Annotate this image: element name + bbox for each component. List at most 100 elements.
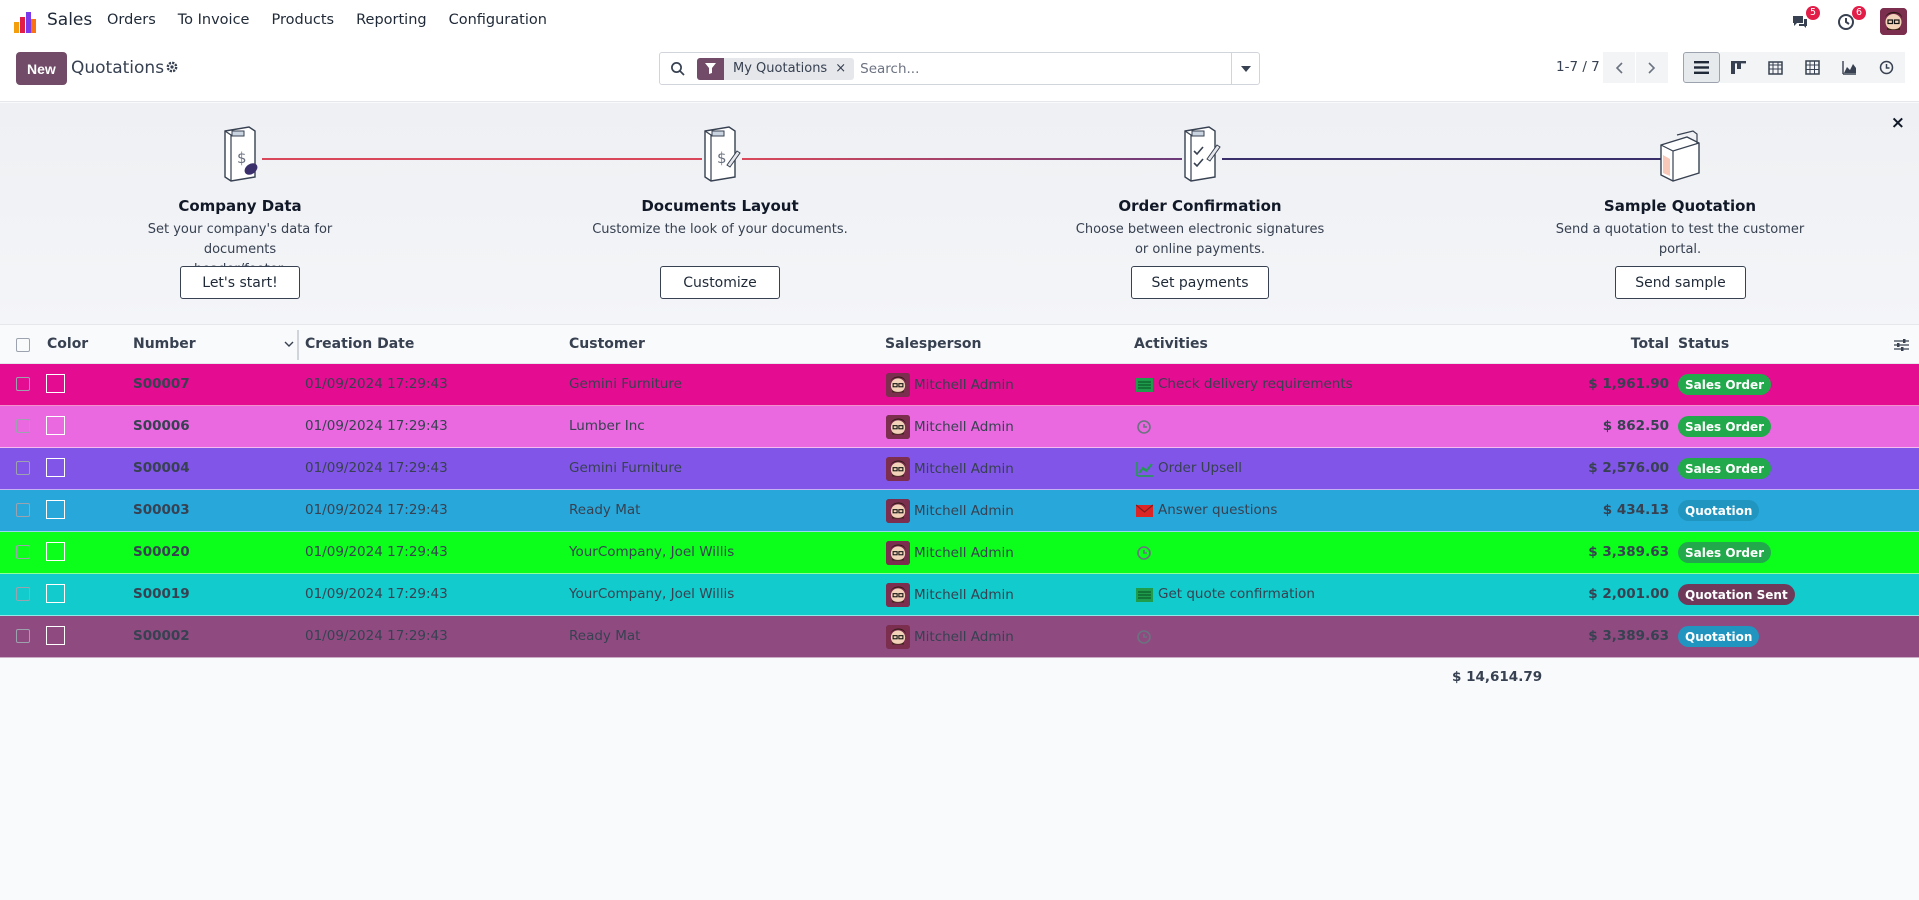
table-icon: [1805, 60, 1820, 75]
cell-creation-date: 01/09/2024 17:29:43: [305, 376, 448, 392]
row-checkbox[interactable]: [16, 545, 30, 559]
optional-columns-icon[interactable]: [1894, 338, 1909, 352]
menu-reporting[interactable]: Reporting: [356, 12, 427, 28]
row-checkbox[interactable]: [16, 377, 30, 391]
color-swatch[interactable]: [46, 458, 65, 477]
cell-creation-date: 01/09/2024 17:29:43: [305, 460, 448, 476]
send-sample-button[interactable]: Send sample: [1615, 266, 1746, 299]
table-row[interactable]: S00003 01/09/2024 17:29:43 Ready Mat Mitche…: [0, 490, 1919, 532]
status-badge: Sales Order: [1678, 374, 1772, 395]
activities-count-badge: 6: [1852, 5, 1866, 20]
step-title: Sample Quotation: [1603, 197, 1757, 215]
cell-customer: YourCompany, Joel Willis: [569, 586, 735, 602]
column-header-number[interactable]: Number: [133, 336, 196, 352]
table-row[interactable]: S00004 01/09/2024 17:29:43 Gemini Furnitur…: [0, 448, 1919, 490]
table-row[interactable]: S00020 01/09/2024 17:29:43 YourCompany, Jo…: [0, 532, 1919, 574]
color-swatch[interactable]: [46, 584, 65, 603]
menu-configuration[interactable]: Configuration: [449, 12, 547, 28]
pager-value[interactable]: 1-7 / 7: [1556, 59, 1600, 75]
calendar-view-button[interactable]: [1757, 52, 1794, 83]
cell-total: $ 434.13: [1602, 502, 1669, 518]
graph-view-button[interactable]: [1831, 52, 1868, 83]
column-header-activities[interactable]: Activities: [1134, 336, 1208, 352]
lets-start-button[interactable]: Let's start!: [180, 266, 300, 299]
close-onboarding-button[interactable]: ×: [1891, 113, 1905, 133]
row-checkbox[interactable]: [16, 629, 30, 643]
cell-customer: Ready Mat: [569, 502, 641, 518]
table-row[interactable]: S00007 01/09/2024 17:29:43 Gemini Furnitur…: [0, 364, 1919, 406]
sales-app-icon[interactable]: [14, 11, 36, 33]
column-header-salesperson[interactable]: Salesperson: [885, 336, 982, 352]
facet-label: My Quotations: [733, 61, 828, 76]
pivot-view-button[interactable]: [1794, 52, 1831, 83]
table-body: S00007 01/09/2024 17:29:43 Gemini Furnitur…: [0, 364, 1919, 658]
control-panel: New Quotations My Quotations × 1-7 / 7: [0, 42, 1919, 102]
main-menu: Orders To Invoice Products Reporting Con…: [107, 12, 569, 28]
table-row[interactable]: S00019 01/09/2024 17:29:43 YourCompany, Jo…: [0, 574, 1919, 616]
cell-creation-date: 01/09/2024 17:29:43: [305, 628, 448, 644]
step-title: Documents Layout: [641, 197, 799, 215]
step-title: Company Data: [178, 197, 302, 215]
cell-customer: Lumber Inc: [569, 418, 645, 434]
column-header-total[interactable]: Total: [1631, 336, 1669, 352]
color-swatch[interactable]: [46, 500, 65, 519]
set-payments-button[interactable]: Set payments: [1131, 266, 1269, 299]
table-row[interactable]: S00006 01/09/2024 17:29:43 Lumber Inc Mitch…: [0, 406, 1919, 448]
color-swatch[interactable]: [46, 626, 65, 645]
row-checkbox[interactable]: [16, 419, 30, 433]
step-description-line: Choose between electronic signatures: [1075, 222, 1325, 237]
kanban-view-button[interactable]: [1720, 52, 1757, 83]
cell-activity[interactable]: Get quote confirmation: [1158, 586, 1315, 602]
cell-total: $ 862.50: [1602, 418, 1669, 434]
customize-button[interactable]: Customize: [660, 266, 780, 299]
menu-to-invoice[interactable]: To Invoice: [178, 12, 250, 28]
user-avatar[interactable]: [1880, 8, 1907, 35]
pager-next-button[interactable]: [1636, 52, 1668, 83]
step-description: Choose between electronic signatures or …: [1070, 220, 1330, 260]
activities-button[interactable]: 6: [1834, 5, 1866, 34]
menu-products[interactable]: Products: [271, 12, 334, 28]
page-title[interactable]: Quotations: [71, 58, 164, 78]
top-navbar: Sales Orders To Invoice Products Reporti…: [0, 0, 1919, 42]
row-checkbox[interactable]: [16, 503, 30, 517]
cell-total: $ 3,389.63: [1588, 544, 1669, 560]
cell-activity[interactable]: Check delivery requirements: [1158, 376, 1353, 392]
column-header-status[interactable]: Status: [1678, 336, 1729, 352]
pager-previous-button[interactable]: [1603, 52, 1635, 83]
table-row[interactable]: S00002 01/09/2024 17:29:43 Ready Mat Mitche…: [0, 616, 1919, 658]
color-swatch[interactable]: [46, 416, 65, 435]
search-input[interactable]: [860, 60, 1231, 77]
row-checkbox[interactable]: [16, 587, 30, 601]
list-view-button[interactable]: [1683, 52, 1720, 83]
menu-orders[interactable]: Orders: [107, 12, 156, 28]
view-switcher: [1683, 52, 1905, 83]
cell-number: S00007: [133, 376, 190, 392]
activity-view-button[interactable]: [1868, 52, 1905, 83]
search-icon[interactable]: [670, 61, 686, 77]
gear-icon[interactable]: [165, 60, 179, 74]
row-checkbox[interactable]: [16, 461, 30, 475]
calendar-icon: [1768, 61, 1783, 75]
cell-creation-date: 01/09/2024 17:29:43: [305, 544, 448, 560]
app-name[interactable]: Sales: [47, 10, 92, 30]
step-description-line: or online payments.: [1134, 242, 1266, 257]
cell-customer: Ready Mat: [569, 628, 641, 644]
messages-button[interactable]: 5: [1788, 5, 1820, 34]
color-swatch[interactable]: [46, 374, 65, 393]
column-resize-handle[interactable]: [297, 330, 299, 360]
color-swatch[interactable]: [46, 542, 65, 561]
cell-customer: Gemini Furniture: [569, 376, 682, 392]
facet-remove-button[interactable]: ×: [835, 61, 854, 76]
area-chart-icon: [1842, 61, 1856, 75]
column-header-customer[interactable]: Customer: [569, 336, 645, 352]
column-header-creation-date[interactable]: Creation Date: [305, 336, 414, 352]
select-all-checkbox[interactable]: [16, 338, 30, 352]
sort-chevron-down-icon[interactable]: [284, 341, 294, 348]
column-header-color[interactable]: Color: [47, 336, 88, 352]
cell-activity[interactable]: Answer questions: [1158, 502, 1277, 518]
search-options-toggle[interactable]: [1231, 53, 1259, 84]
new-button[interactable]: New: [16, 52, 67, 85]
document-check-icon: [1184, 126, 1221, 182]
salesperson-avatar: [886, 457, 910, 481]
cell-activity[interactable]: Order Upsell: [1158, 460, 1242, 476]
